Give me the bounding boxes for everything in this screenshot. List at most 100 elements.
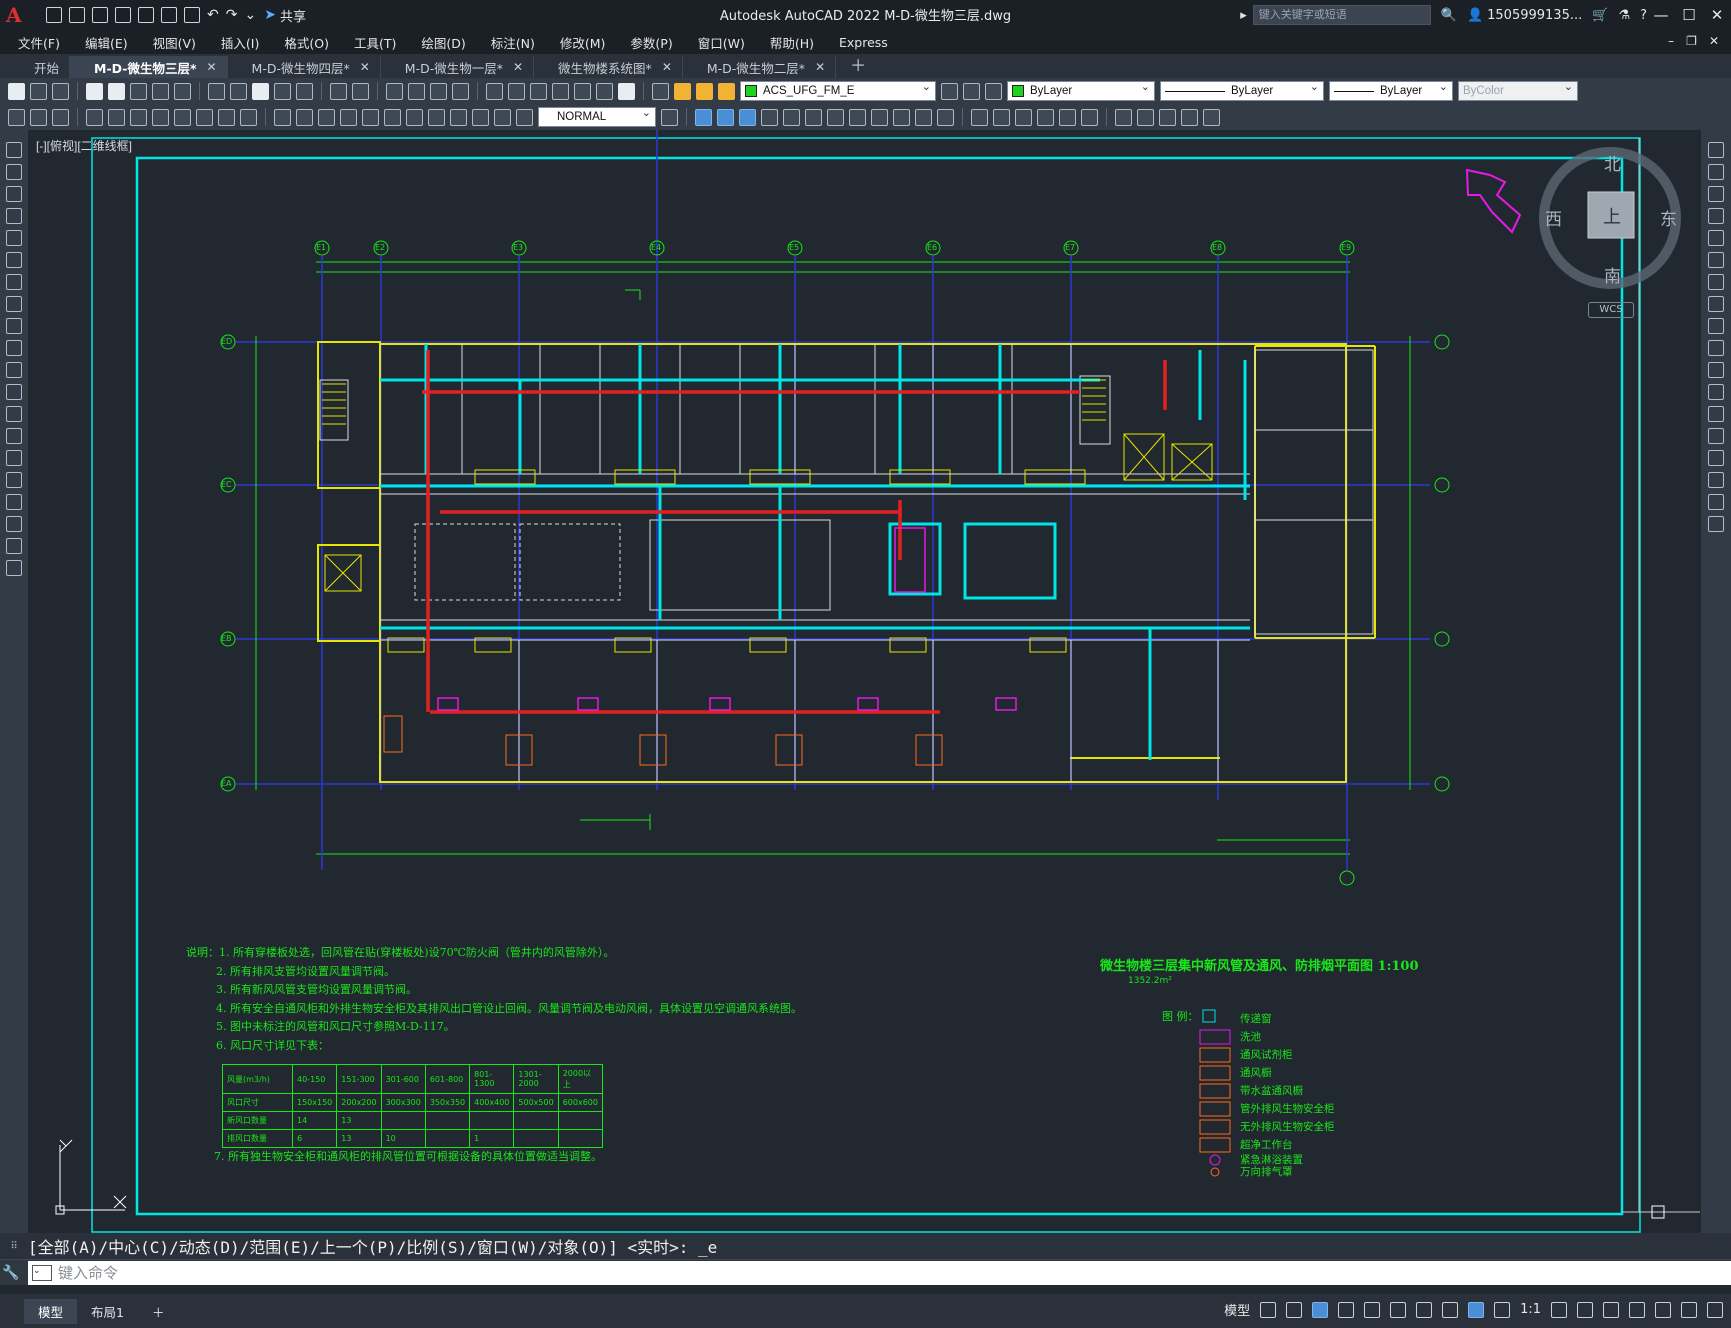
legend-item: 带水盆通风橱 <box>1240 1085 1303 1097</box>
table-cell: 1 <box>469 1129 515 1148</box>
table-cell <box>424 1111 471 1130</box>
ortho-icon[interactable] <box>1312 1301 1329 1318</box>
legend-item: 洗池 <box>1240 1031 1261 1043</box>
status-bar: 模型 布局1 ＋ 模型 1:1 <box>0 1294 1731 1328</box>
status-tools: 模型 1:1 <box>1224 1300 1723 1319</box>
viewcube-north[interactable]: 北 <box>1604 150 1621 175</box>
axis-bubbles <box>220 240 1450 886</box>
viewcube-east[interactable]: 东 <box>1660 205 1677 230</box>
add-layout-button[interactable]: ＋ <box>138 1299 179 1324</box>
grid-label-e3: E3 <box>513 243 524 252</box>
drawing-title: 微生物楼三层集中新风管及通风、防排烟平面图 1:100 <box>1100 959 1419 974</box>
table-cell: 350x350 <box>424 1093 471 1112</box>
drawing-area: 1352.2m² <box>1128 976 1172 986</box>
table-cell: 2000以上 <box>557 1064 603 1094</box>
note-6: 6. 风口尺寸详见下表： <box>216 1038 329 1052</box>
interior-walls <box>319 344 1374 782</box>
grid-label-e9: E9 <box>1341 243 1352 252</box>
legend-item: 通风橱 <box>1240 1067 1272 1079</box>
table-cell: 300x300 <box>380 1093 426 1112</box>
table-row: 排风口数量 6 13 10 1 <box>222 1129 603 1148</box>
table-cell: 6 <box>291 1129 338 1148</box>
title-block-frame <box>135 156 1624 1216</box>
polar-icon[interactable] <box>1338 1301 1355 1318</box>
annotation-visibility-icon[interactable] <box>1468 1301 1485 1318</box>
table-cell: 601-800 <box>424 1064 471 1094</box>
legend-item: 无外排风生物安全柜 <box>1240 1121 1335 1133</box>
table-row: 风口尺寸 150x150 200x200 300x300 350x350 400… <box>222 1093 603 1112</box>
recent-commands-icon[interactable]: ⌄ <box>32 1264 52 1281</box>
grid-label-ea: EA <box>221 779 232 788</box>
model-space-toggle[interactable]: 模型 <box>1224 1300 1250 1319</box>
legend-item: 传递窗 <box>1240 1013 1272 1025</box>
airflow-table: 风量(m3/h) 40-150 151-300 301-600 601-800 … <box>222 1064 603 1148</box>
note-2: 2. 所有排风支管均设置风量调节阀。 <box>216 964 395 978</box>
table-cell: 200x200 <box>336 1093 382 1112</box>
grid-axes <box>236 130 1430 870</box>
quick-properties-icon[interactable] <box>1629 1301 1645 1318</box>
grid-label-e7: E7 <box>1065 243 1076 252</box>
north-arrow-icon <box>1465 168 1522 234</box>
legend-item: 通风试剂柜 <box>1240 1049 1293 1061</box>
full-screen-icon[interactable] <box>1681 1301 1697 1318</box>
units-icon[interactable] <box>1603 1301 1619 1318</box>
notes-heading: 说明： <box>186 946 219 959</box>
stair-lines <box>322 379 1106 425</box>
table-cell <box>469 1111 515 1130</box>
grid-label-ec: EC <box>221 480 232 489</box>
legend-item: 管外排风生物安全柜 <box>1240 1103 1335 1115</box>
customize-wrench-icon[interactable]: 🔧 <box>0 1265 22 1281</box>
isolate-objects-icon[interactable] <box>1655 1301 1671 1318</box>
table-cell: 151-300 <box>336 1064 382 1094</box>
grid-icon[interactable] <box>1260 1301 1277 1318</box>
command-history-text: [全部(A)/中心(C)/动态(D)/范围(E)/上一个(P)/比例(S)/窗口… <box>28 1238 718 1257</box>
table-cell <box>513 1111 559 1130</box>
table-cell: 40-150 <box>291 1064 338 1094</box>
annotation-scale[interactable]: 1:1 <box>1520 1302 1541 1317</box>
auto-scale-icon[interactable] <box>1494 1301 1511 1318</box>
table-cell: 13 <box>336 1129 382 1148</box>
table-cell <box>380 1111 426 1130</box>
viewcube-south[interactable]: 南 <box>1604 262 1621 287</box>
lineweight-icon[interactable] <box>1442 1301 1459 1318</box>
table-cell: 600x600 <box>557 1093 603 1112</box>
command-history: ⠿ [全部(A)/中心(C)/动态(D)/范围(E)/上一个(P)/比例(S)/… <box>0 1233 1731 1259</box>
table-cell: 301-600 <box>380 1064 426 1094</box>
customization-menu-icon[interactable] <box>1707 1301 1723 1318</box>
command-input[interactable]: ⌄ 键入命令 <box>28 1260 1731 1285</box>
command-grip-icon[interactable]: ⠿ <box>0 1241 28 1252</box>
viewcube-top-face[interactable]: 上 <box>1603 203 1621 229</box>
table-cell: 排风口数量 <box>222 1129 293 1148</box>
table-cell: 801-1300 <box>469 1064 515 1094</box>
tab-model[interactable]: 模型 <box>24 1298 78 1324</box>
autocad-window: A ↶ ↷ ⌄ ➤ 共享 Autodesk AutoCAD 2022 M-D-微… <box>0 0 1731 1328</box>
wcs-menu[interactable]: WCS <box>1588 302 1634 318</box>
object-snap-tracking-icon[interactable] <box>1390 1301 1407 1318</box>
grid-label-ed: ED <box>221 337 233 346</box>
legend-item: 万向排气罩 <box>1240 1166 1293 1178</box>
grid-label-e4: E4 <box>651 243 662 252</box>
isodraft-icon[interactable] <box>1364 1301 1381 1318</box>
grid-label-e2: E2 <box>375 243 386 252</box>
grid-label-e6: E6 <box>927 243 938 252</box>
legend-list: 传递窗 洗池 通风试剂柜 通风橱 带水盆通风橱 管外排风生物安全柜 无外排风生物… <box>1240 1010 1335 1178</box>
object-snap-icon[interactable] <box>1416 1301 1433 1318</box>
snap-icon[interactable] <box>1286 1301 1303 1318</box>
fixtures <box>437 527 1017 711</box>
note-1: 1. 所有穿楼板处选，回风管在贴(穿楼板处)设70℃防火阀（管井内的风管除外）。 <box>219 946 615 959</box>
note-3: 3. 所有新风风管支管均设置风量调节阀。 <box>216 983 417 996</box>
exhaust-ducts <box>380 344 1250 760</box>
table-cell: 400x400 <box>469 1093 515 1112</box>
top-dimensions <box>316 261 1350 855</box>
table-cell: 10 <box>380 1129 426 1148</box>
legend-symbols <box>1199 1009 1231 1177</box>
table-cell: 14 <box>291 1111 338 1130</box>
table-cell: 500x500 <box>513 1093 559 1112</box>
tab-layout1[interactable]: 布局1 <box>77 1299 138 1324</box>
note-7: 7. 所有独生物安全柜和通风柜的排风管位置可根据设备的具体位置做适当调整。 <box>214 1150 602 1163</box>
viewcube-west[interactable]: 西 <box>1545 205 1562 230</box>
workspace-gear-icon[interactable] <box>1551 1301 1567 1318</box>
annotation-monitor-icon[interactable] <box>1577 1301 1593 1318</box>
table-cell <box>557 1111 603 1130</box>
note-5: 5. 图中未标注的风管和风口尺寸参照M-D-117。 <box>216 1020 455 1033</box>
